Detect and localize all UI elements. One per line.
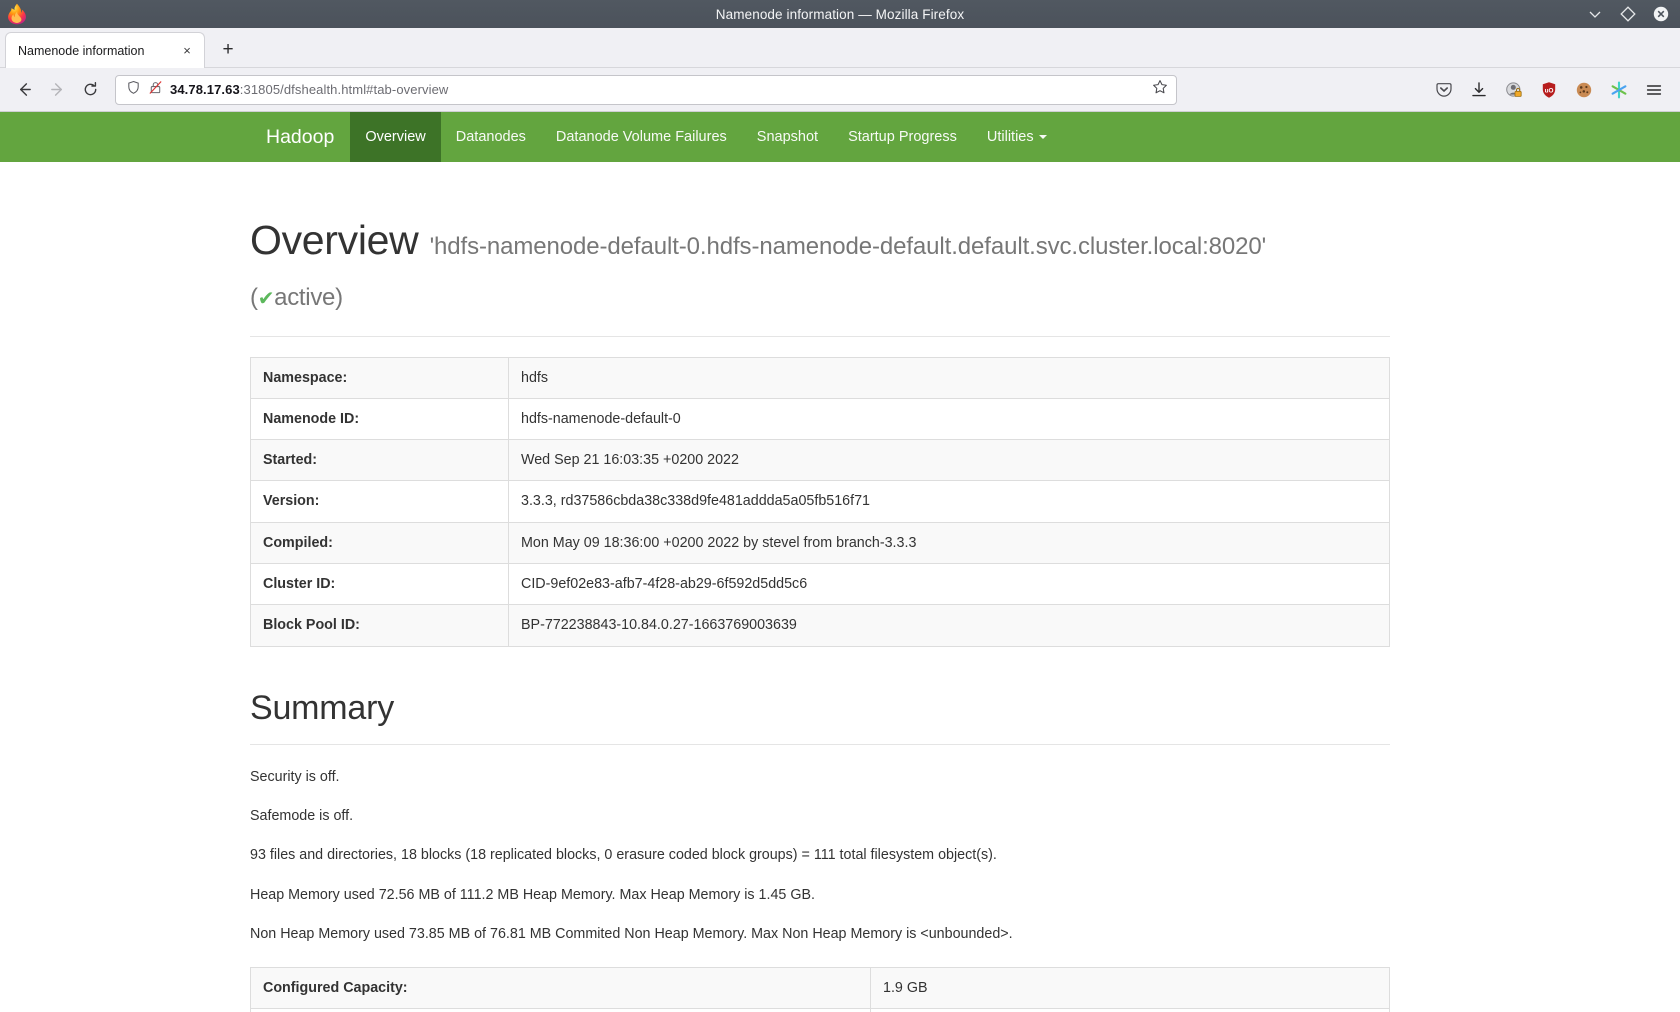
account-lock-icon[interactable]	[1504, 80, 1523, 99]
hadoop-navbar: Hadoop Overview Datanodes Datanode Volum…	[0, 112, 1680, 162]
row-key: Namenode ID:	[251, 398, 509, 439]
row-key: Block Pool ID:	[251, 605, 509, 646]
url-path: :31805/dfshealth.html#tab-overview	[240, 82, 449, 97]
check-icon: ✔	[258, 288, 274, 310]
summary-title: Summary	[250, 647, 1390, 728]
row-value: hdfs-namenode-default-0	[509, 398, 1390, 439]
ublock-origin-icon[interactable]: uO	[1539, 80, 1558, 99]
nav-item-label: Datanodes	[456, 129, 526, 145]
row-value: 0 B	[871, 1009, 1390, 1012]
window-controls	[1587, 6, 1680, 22]
cookie-icon[interactable]	[1574, 80, 1593, 99]
nav-item-startup-progress[interactable]: Startup Progress	[833, 112, 972, 162]
nav-item-overview[interactable]: Overview	[350, 112, 440, 162]
tab-close-icon[interactable]: ×	[178, 42, 196, 60]
summary-line-security: Security is off.	[250, 767, 1390, 787]
chevron-down-icon	[1039, 135, 1047, 139]
nav-item-datanode-volume-failures[interactable]: Datanode Volume Failures	[541, 112, 742, 162]
close-button[interactable]	[1653, 6, 1669, 22]
namenode-info-table: Namespace:hdfs Namenode ID:hdfs-namenode…	[250, 357, 1390, 647]
summary-line-files-blocks: 93 files and directories, 18 blocks (18 …	[250, 845, 1390, 865]
row-key: Namespace:	[251, 357, 509, 398]
tab-title: Namenode information	[18, 44, 178, 58]
url-text[interactable]: 34.78.17.63:31805/dfshealth.html#tab-ove…	[170, 82, 1145, 97]
summary-line-safemode: Safemode is off.	[250, 806, 1390, 826]
back-button[interactable]	[8, 75, 41, 105]
shield-tracking-icon[interactable]	[126, 80, 141, 100]
row-key: Compiled:	[251, 522, 509, 563]
row-value: BP-772238843-10.84.0.27-1663769003639	[509, 605, 1390, 646]
svg-text:uO: uO	[1544, 87, 1553, 94]
window-titlebar: Namenode information — Mozilla Firefox	[0, 0, 1680, 28]
table-row: Started:Wed Sep 21 16:03:35 +0200 2022	[251, 440, 1390, 481]
table-row: Configured Remote Capacity:0 B	[251, 1009, 1390, 1012]
browser-navigation-bar: 34.78.17.63:31805/dfshealth.html#tab-ove…	[0, 68, 1680, 112]
table-row: Version:3.3.3, rd37586cbda38c338d9fe481a…	[251, 481, 1390, 522]
summary-divider	[250, 744, 1390, 745]
row-value: hdfs	[509, 357, 1390, 398]
row-value: 1.9 GB	[871, 967, 1390, 1008]
title-divider	[250, 336, 1390, 337]
status-paren-close: )	[335, 284, 343, 311]
summary-table: Configured Capacity:1.9 GB Configured Re…	[250, 967, 1390, 1012]
page-title-text: Overview	[250, 217, 418, 263]
browser-toolbar-icons: uO	[1434, 80, 1672, 99]
nav-item-label: Utilities	[987, 129, 1034, 145]
row-value: Mon May 09 18:36:00 +0200 2022 by stevel…	[509, 522, 1390, 563]
nav-item-label: Datanode Volume Failures	[556, 129, 727, 145]
hadoop-brand[interactable]: Hadoop	[250, 112, 350, 162]
nav-item-datanodes[interactable]: Datanodes	[441, 112, 541, 162]
nav-item-snapshot[interactable]: Snapshot	[742, 112, 833, 162]
tab-strip: Namenode information × +	[0, 28, 1680, 68]
reload-button[interactable]	[74, 75, 107, 105]
url-host: 34.78.17.63	[170, 82, 240, 97]
row-value: Wed Sep 21 16:03:35 +0200 2022	[509, 440, 1390, 481]
row-key: Cluster ID:	[251, 563, 509, 604]
forward-button[interactable]	[41, 75, 74, 105]
table-row: Namespace:hdfs	[251, 357, 1390, 398]
table-row: Compiled:Mon May 09 18:36:00 +0200 2022 …	[251, 522, 1390, 563]
namenode-address: 'hdfs-namenode-default-0.hdfs-namenode-d…	[430, 233, 1267, 260]
table-row: Cluster ID:CID-9ef02e83-afb7-4f28-ab29-6…	[251, 563, 1390, 604]
nav-item-utilities[interactable]: Utilities	[972, 112, 1062, 162]
insecure-connection-icon[interactable]	[148, 80, 163, 100]
maximize-button[interactable]	[1620, 6, 1636, 22]
colorize-asterisk-icon[interactable]	[1609, 80, 1628, 99]
app-menu-icon[interactable]	[1644, 80, 1663, 99]
table-row: Namenode ID:hdfs-namenode-default-0	[251, 398, 1390, 439]
new-tab-button[interactable]: +	[213, 34, 243, 64]
summary-line-heap-memory: Heap Memory used 72.56 MB of 111.2 MB He…	[250, 885, 1390, 905]
row-value: CID-9ef02e83-afb7-4f28-ab29-6f592d5dd5c6	[509, 563, 1390, 604]
row-key: Configured Capacity:	[251, 967, 871, 1008]
row-value: 3.3.3, rd37586cbda38c338d9fe481addda5a05…	[509, 481, 1390, 522]
status-badge: (✔active)	[250, 284, 343, 311]
minimize-button[interactable]	[1587, 6, 1603, 22]
window-title: Namenode information — Mozilla Firefox	[0, 7, 1680, 22]
browser-tab[interactable]: Namenode information ×	[5, 32, 205, 68]
firefox-logo-icon	[6, 3, 28, 25]
url-bar[interactable]: 34.78.17.63:31805/dfshealth.html#tab-ove…	[115, 75, 1177, 105]
nav-item-label: Startup Progress	[848, 129, 957, 145]
nav-item-label: Snapshot	[757, 129, 818, 145]
nav-item-label: Overview	[365, 129, 425, 145]
page-title: Overview 'hdfs-namenode-default-0.hdfs-n…	[250, 162, 1390, 318]
table-row: Block Pool ID:BP-772238843-10.84.0.27-16…	[251, 605, 1390, 646]
summary-line-non-heap-memory: Non Heap Memory used 73.85 MB of 76.81 M…	[250, 924, 1390, 944]
status-paren-open: (	[250, 284, 258, 311]
table-row: Configured Capacity:1.9 GB	[251, 967, 1390, 1008]
row-key: Started:	[251, 440, 509, 481]
pocket-icon[interactable]	[1434, 80, 1453, 99]
download-icon[interactable]	[1469, 80, 1488, 99]
row-key: Configured Remote Capacity:	[251, 1009, 871, 1012]
page-content: Overview 'hdfs-namenode-default-0.hdfs-n…	[0, 162, 1680, 1012]
row-key: Version:	[251, 481, 509, 522]
status-text: active	[274, 284, 335, 311]
bookmark-star-icon[interactable]	[1152, 79, 1168, 100]
